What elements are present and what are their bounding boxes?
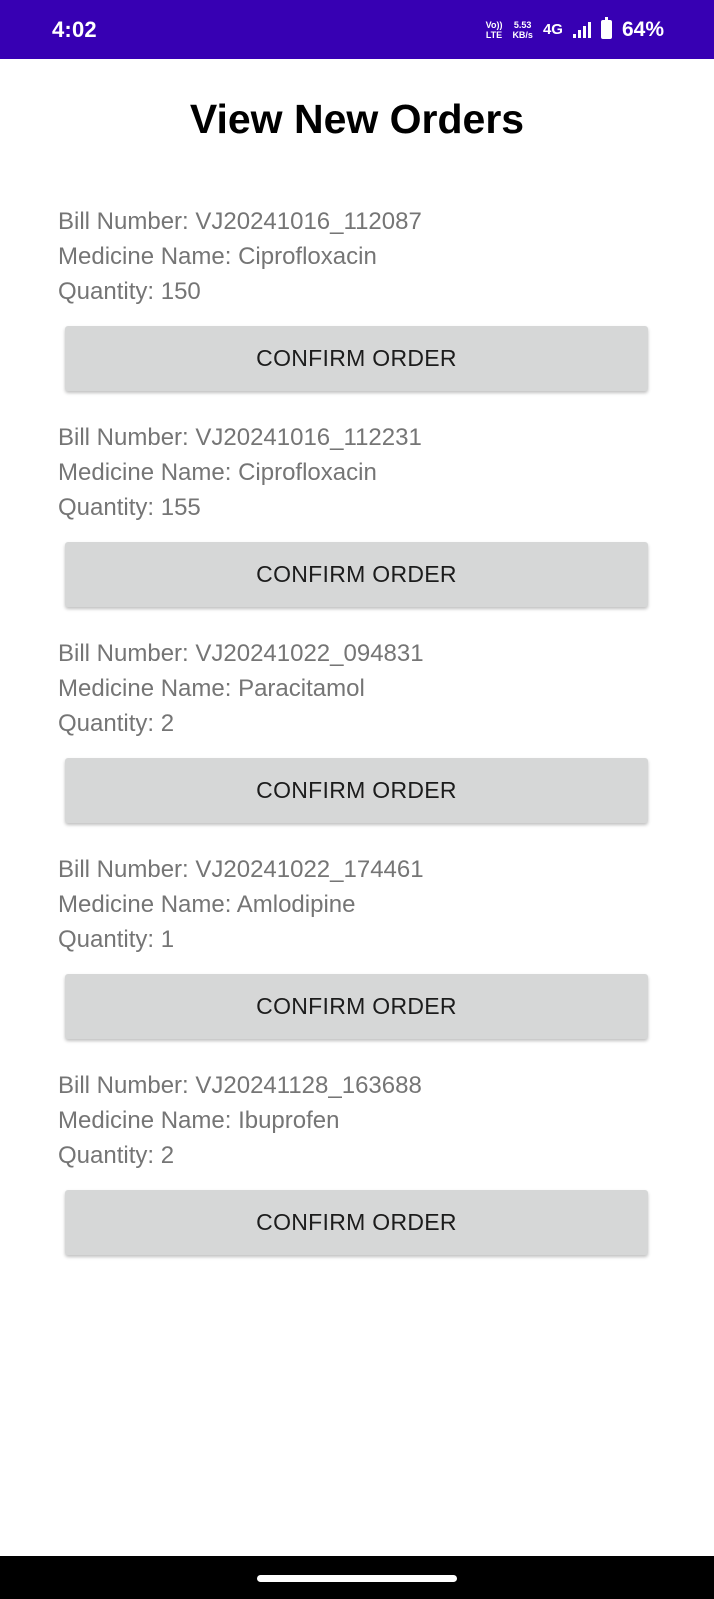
- order-item: Bill Number: VJ20241022_094831 Medicine …: [58, 636, 658, 823]
- order-item: Bill Number: VJ20241022_174461 Medicine …: [58, 852, 658, 1039]
- bill-number: Bill Number: VJ20241022_094831: [58, 640, 424, 667]
- confirm-order-button[interactable]: CONFIRM ORDER: [65, 974, 648, 1039]
- quantity: Quantity: 150: [58, 278, 201, 305]
- bill-number: Bill Number: VJ20241016_112087: [58, 208, 422, 235]
- order-item: Bill Number: VJ20241016_112231 Medicine …: [58, 420, 658, 607]
- network-type-label: 4G: [542, 21, 563, 38]
- confirm-order-button[interactable]: CONFIRM ORDER: [65, 326, 648, 391]
- status-icons: Vo)) LTE 5.53 KB/s 4G 64%: [486, 17, 664, 42]
- medicine-name: Medicine Name: Ibuprofen: [58, 1107, 340, 1134]
- confirm-order-button[interactable]: CONFIRM ORDER: [65, 542, 648, 607]
- battery-percentage: 64%: [621, 17, 664, 41]
- volte-bottom-label: LTE: [485, 29, 503, 40]
- order-item: Bill Number: VJ20241016_112087 Medicine …: [58, 204, 658, 391]
- bill-number: Bill Number: VJ20241022_174461: [58, 856, 424, 883]
- medicine-name: Medicine Name: Ciprofloxacin: [58, 243, 377, 270]
- quantity: Quantity: 1: [58, 926, 175, 953]
- status-bar: 4:02 Vo)) LTE 5.53 KB/s 4G 64%: [0, 0, 714, 59]
- quantity: Quantity: 2: [58, 1142, 175, 1169]
- bill-number: Bill Number: VJ20241128_163688: [58, 1072, 422, 1099]
- signal-strength-icon: [572, 21, 591, 38]
- home-gesture-handle[interactable]: [257, 1575, 457, 1582]
- volte-top-label: Vo)): [485, 19, 503, 30]
- quantity: Quantity: 2: [58, 710, 175, 737]
- confirm-order-button[interactable]: CONFIRM ORDER: [65, 1190, 648, 1255]
- page-title: View New Orders: [189, 96, 525, 142]
- order-item: Bill Number: VJ20241128_163688 Medicine …: [58, 1068, 658, 1255]
- network-speed-value: 5.53: [513, 19, 532, 30]
- quantity: Quantity: 155: [58, 494, 201, 521]
- confirm-order-button[interactable]: CONFIRM ORDER: [65, 758, 648, 823]
- status-time: 4:02: [52, 16, 97, 42]
- volte-icon: Vo)) LTE: [486, 20, 503, 40]
- bill-number: Bill Number: VJ20241016_112231: [58, 424, 422, 451]
- network-speed-unit: KB/s: [512, 29, 533, 40]
- network-speed: 5.53 KB/s: [512, 20, 533, 40]
- medicine-name: Medicine Name: Paracitamol: [58, 675, 365, 702]
- navigation-bar: [0, 1556, 714, 1599]
- battery-icon: [600, 17, 612, 39]
- medicine-name: Medicine Name: Ciprofloxacin: [58, 459, 377, 486]
- medicine-name: Medicine Name: Amlodipine: [58, 891, 356, 918]
